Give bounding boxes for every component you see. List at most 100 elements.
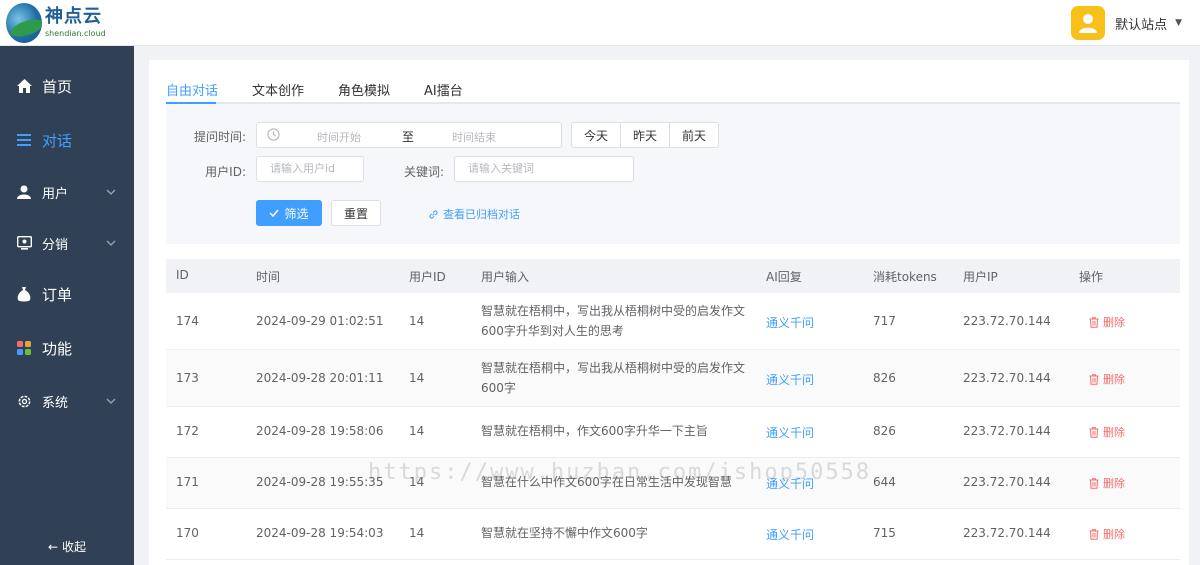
trash-icon (1089, 316, 1099, 328)
keyword-input[interactable]: 请输入关键词 (454, 156, 634, 182)
cell-ip: 223.72.70.144 (963, 526, 1051, 540)
cell-id: 170 (176, 526, 199, 540)
range-separator: 至 (402, 130, 415, 144)
logo-globe-icon (6, 3, 42, 43)
cell-user-id: 14 (409, 424, 425, 438)
sidebar-item-label: 用户 (42, 186, 69, 202)
collapse-button[interactable]: ← 收起 (0, 538, 134, 555)
user-avatar-icon (1079, 14, 1098, 33)
delete-button[interactable]: 删除 (1089, 314, 1125, 330)
sidebar-item-home[interactable]: 首页 (0, 66, 134, 106)
check-icon (269, 209, 280, 217)
sidebar-item-features[interactable]: 功能 (0, 328, 134, 368)
cell-id: 174 (176, 314, 199, 328)
money-bag-icon (16, 286, 32, 302)
sidebar-item-users[interactable]: 用户 (0, 172, 134, 212)
trash-icon (1089, 528, 1099, 540)
cell-time: 2024-09-28 19:54:03 (256, 526, 384, 540)
cell-ip: 223.72.70.144 (963, 475, 1051, 489)
tab-ai-arena[interactable]: AI擂台 (424, 80, 463, 99)
col-ip: 用户IP (963, 270, 998, 284)
sidebar-item-orders[interactable]: 订单 (0, 274, 134, 314)
delete-button[interactable]: 删除 (1089, 475, 1125, 491)
delete-button[interactable]: 删除 (1089, 371, 1125, 387)
tab-bar: 自由对话 文本创作 角色模拟 AI擂台 (166, 74, 1180, 104)
ai-reply-link[interactable]: 通义千问 (766, 475, 814, 492)
filter-button-label: 筛选 (284, 206, 309, 221)
table-row: 170 2024-09-28 19:54:03 14 智慧就在坚持不懈中作文60… (166, 509, 1180, 560)
gear-icon (16, 393, 32, 409)
delete-label: 删除 (1103, 477, 1125, 490)
day-before-button[interactable]: 前天 (669, 122, 719, 148)
cell-tokens: 717 (873, 314, 896, 328)
caret-down-icon[interactable]: ▼ (1175, 18, 1182, 28)
sidebar-item-chat[interactable]: 对话 (0, 120, 134, 160)
delete-label: 删除 (1103, 373, 1125, 386)
time-end-input[interactable]: 时间结束 (452, 129, 496, 145)
ai-reply-link[interactable]: 通义千问 (766, 371, 814, 388)
chevron-down-icon (106, 187, 116, 198)
cell-ip: 223.72.70.144 (963, 371, 1051, 385)
cell-id: 172 (176, 424, 199, 438)
cell-tokens: 715 (873, 526, 896, 540)
cell-ip: 223.72.70.144 (963, 424, 1051, 438)
sidebar-item-label: 订单 (42, 285, 73, 304)
brand-logo[interactable]: 神点云 shendian.cloud (6, 3, 106, 43)
cell-user-id: 14 (409, 526, 425, 540)
cell-time: 2024-09-28 19:58:06 (256, 424, 384, 438)
quick-date-buttons: 今天 昨天 前天 (571, 122, 719, 148)
col-time: 时间 (256, 270, 281, 284)
archived-chats-link[interactable]: 查看已归档对话 (428, 206, 520, 222)
delete-label: 删除 (1103, 528, 1125, 541)
time-start-input[interactable]: 时间开始 (317, 129, 361, 145)
cell-id: 171 (176, 475, 199, 489)
ai-reply-link[interactable]: 通义千问 (766, 526, 814, 543)
cell-tokens: 644 (873, 475, 896, 489)
delete-label: 删除 (1103, 316, 1125, 329)
tab-free-chat[interactable]: 自由对话 (166, 80, 218, 99)
delete-button[interactable]: 删除 (1089, 526, 1125, 542)
col-action: 操作 (1079, 270, 1104, 284)
tab-role-play[interactable]: 角色模拟 (338, 80, 390, 99)
sidebar-item-label: 功能 (42, 339, 73, 358)
cell-time: 2024-09-28 19:55:35 (256, 475, 384, 489)
avatar[interactable] (1071, 6, 1106, 40)
yesterday-button[interactable]: 昨天 (620, 122, 670, 148)
cell-user-id: 14 (409, 371, 425, 385)
today-button[interactable]: 今天 (571, 122, 621, 148)
delete-label: 删除 (1103, 426, 1125, 439)
col-user-id: 用户ID (409, 270, 446, 284)
cell-input: 智慧就在梧桐中，作文600字升华一下主旨 (481, 424, 708, 438)
top-header: 神点云 shendian.cloud 默认站点 ▼ (0, 0, 1200, 46)
reset-button[interactable]: 重置 (331, 200, 381, 226)
col-reply: AI回复 (766, 270, 802, 284)
tab-text-creation[interactable]: 文本创作 (252, 80, 304, 99)
apps-icon (16, 340, 32, 356)
ai-reply-link[interactable]: 通义千问 (766, 314, 814, 331)
user-id-input[interactable]: 请输入用户id (256, 156, 364, 182)
archived-chats-label: 查看已归档对话 (443, 208, 520, 221)
table-row: 171 2024-09-28 19:55:35 14 智慧在什么中作文600字在… (166, 458, 1180, 509)
col-input: 用户输入 (481, 270, 530, 284)
site-name[interactable]: 默认站点 (1115, 14, 1167, 33)
table-row: 174 2024-09-29 01:02:51 14 智慧就在梧桐中，写出我从梧… (166, 293, 1180, 350)
user-menu[interactable]: 默认站点 ▼ (1071, 6, 1182, 40)
date-range-picker[interactable]: 时间开始 至 时间结束 (256, 122, 562, 148)
sidebar-item-label: 分销 (42, 237, 69, 253)
cell-tokens: 826 (873, 424, 896, 438)
cell-input: 智慧就在梧桐中，写出我从梧桐树中受的启发作文600字 (481, 361, 746, 395)
col-tokens: 消耗tokens (873, 270, 937, 284)
ai-reply-link[interactable]: 通义千问 (766, 424, 814, 441)
delete-button[interactable]: 删除 (1089, 424, 1125, 440)
link-icon (429, 210, 438, 218)
sidebar-item-distribution[interactable]: 分销 (0, 223, 134, 263)
trash-icon (1089, 477, 1099, 489)
table-row: 172 2024-09-28 19:58:06 14 智慧就在梧桐中，作文600… (166, 407, 1180, 458)
filter-button[interactable]: 筛选 (256, 200, 322, 226)
main-panel: 自由对话 文本创作 角色模拟 AI擂台 提问时间: 时间开始 至 时间结束 今天… (149, 60, 1189, 565)
chat-table: ID 时间 用户ID 用户输入 AI回复 消耗tokens 用户IP 操作 17… (166, 259, 1180, 560)
sidebar-item-system[interactable]: 系统 (0, 381, 134, 421)
brand-domain: shendian.cloud (45, 29, 106, 38)
sidebar-item-label: 对话 (42, 131, 73, 150)
sidebar-item-label: 首页 (42, 77, 73, 96)
